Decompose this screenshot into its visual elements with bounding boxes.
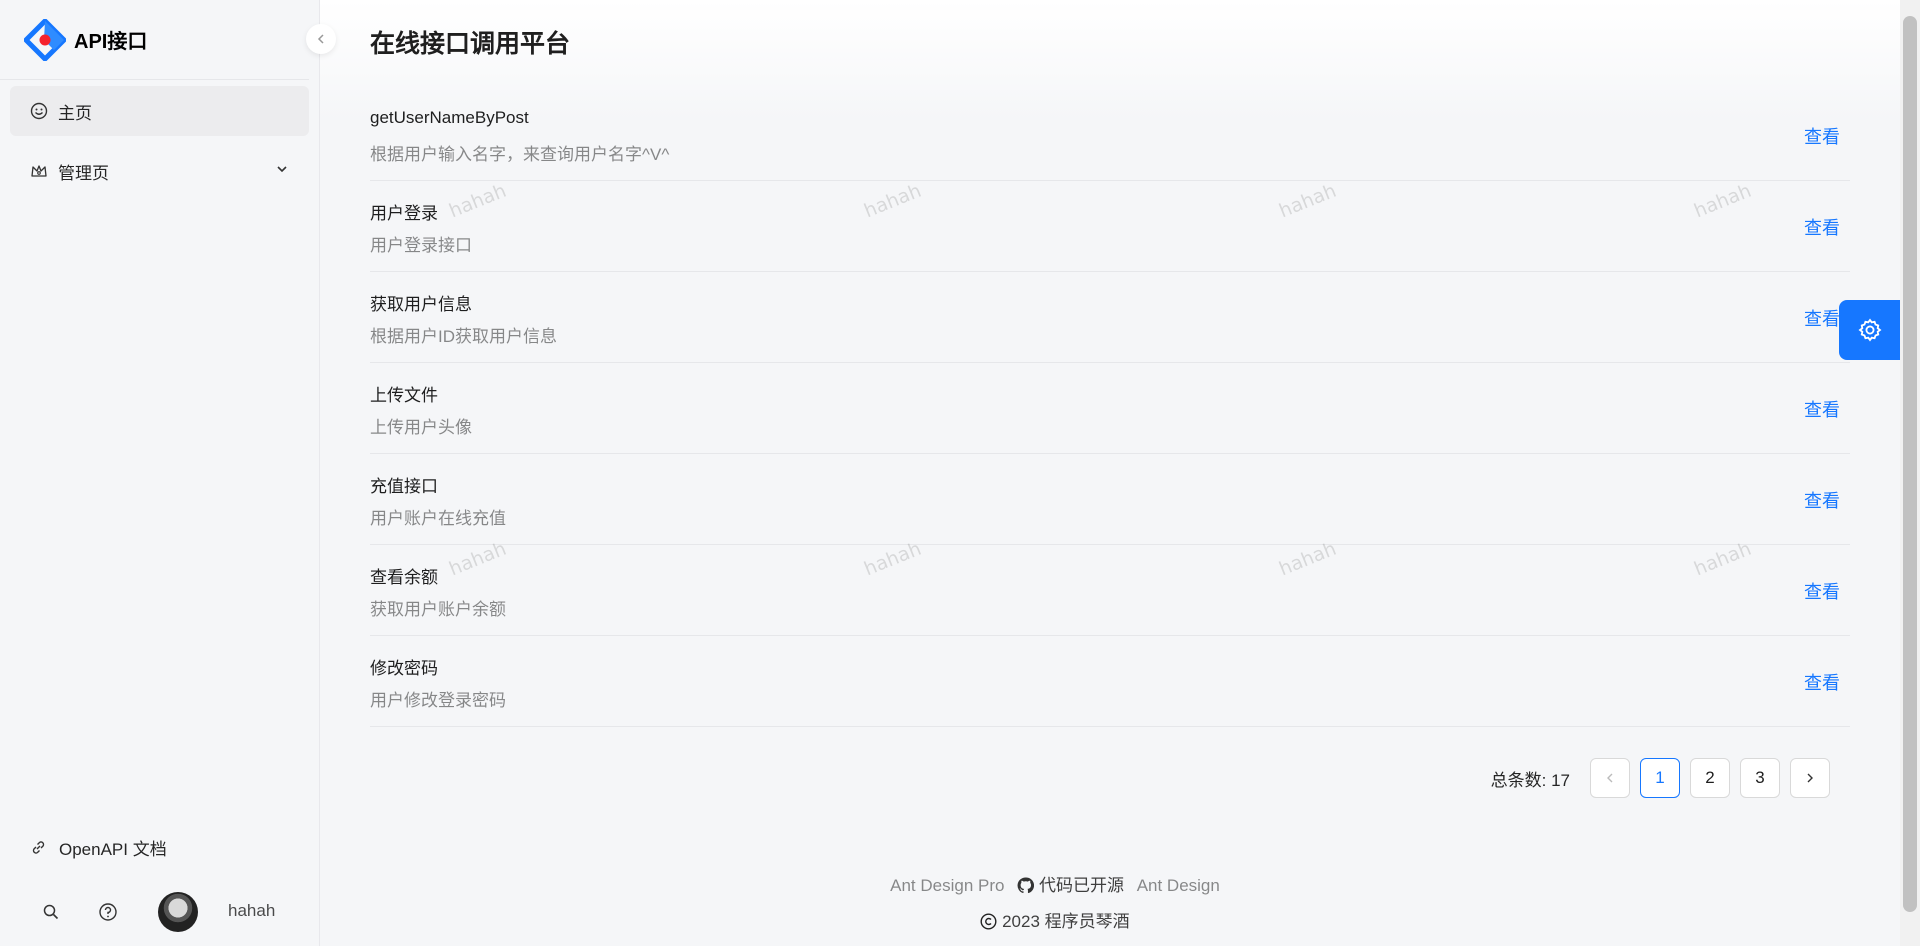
item-title: getUserNameByPost — [370, 108, 529, 127]
github-icon — [1017, 877, 1035, 894]
item-description: 用户登录接口 — [370, 236, 472, 255]
logo-icon — [23, 18, 67, 61]
sidebar-item-label: 管理页 — [58, 163, 109, 183]
list-item: 用户登录 用户登录接口 查看 — [370, 181, 1850, 272]
item-description: 上传用户头像 — [370, 418, 472, 437]
sidebar-bottom-bar: hahah — [0, 890, 320, 940]
crown-icon — [30, 162, 48, 180]
footer-link-github[interactable]: 代码已开源 — [1017, 876, 1128, 895]
item-description: 获取用户账户余额 — [370, 600, 506, 619]
page-title: 在线接口调用平台 — [370, 30, 571, 58]
view-link[interactable]: 查看 — [1804, 669, 1840, 695]
main-content: 在线接口调用平台 getUserNameByPost 根据用户输入名字，来查询用… — [320, 0, 1900, 946]
list-item: getUserNameByPost 根据用户输入名字，来查询用户名字^V^ 查看 — [370, 90, 1850, 181]
view-link[interactable]: 查看 — [1804, 214, 1840, 240]
item-title: 修改密码 — [370, 659, 438, 678]
scrollbar-thumb[interactable] — [1903, 16, 1917, 912]
item-description: 根据用户输入名字，来查询用户名字^V^ — [370, 145, 670, 164]
item-title: 用户登录 — [370, 204, 438, 223]
sidebar-item-home[interactable]: 主页 — [10, 86, 309, 136]
footer-copyright: 2023 程序员琴酒 — [320, 907, 1790, 932]
footer-links: Ant Design Pro 代码已开源 Ant Design — [320, 871, 1790, 896]
pagination: 总条数: 17 1 2 3 — [1491, 758, 1830, 798]
footer-link-ant-design[interactable]: Ant Design — [1137, 876, 1220, 895]
logo-row[interactable]: API接口 — [0, 0, 309, 80]
item-description: 用户修改登录密码 — [370, 691, 506, 710]
username[interactable]: hahah — [228, 901, 275, 921]
link-icon — [30, 839, 47, 856]
copyright-icon — [980, 913, 997, 930]
avatar[interactable] — [158, 892, 198, 932]
view-link[interactable]: 查看 — [1804, 305, 1840, 331]
app-title: API接口 — [74, 31, 148, 53]
sidebar-item-label: 主页 — [58, 103, 92, 123]
scrollbar[interactable] — [1900, 0, 1920, 946]
interface-list: getUserNameByPost 根据用户输入名字，来查询用户名字^V^ 查看… — [370, 90, 1850, 727]
sidebar-item-admin[interactable]: 管理页 — [10, 146, 309, 196]
chevron-right-icon — [1807, 773, 1813, 783]
smile-icon — [30, 102, 48, 120]
openapi-docs-link[interactable]: OpenAPI 文档 — [30, 835, 167, 860]
list-item: 查看余额 获取用户账户余额 查看 — [370, 545, 1850, 636]
sidebar: API接口 主页 管理页 OpenAPI 文档 hahah — [0, 0, 336, 946]
chevron-left-icon — [1607, 773, 1613, 783]
sidebar-menu: 主页 管理页 — [0, 80, 319, 212]
item-title: 查看余额 — [370, 568, 438, 587]
settings-drawer-button[interactable] — [1839, 300, 1900, 360]
item-title: 上传文件 — [370, 386, 438, 405]
list-item: 修改密码 用户修改登录密码 查看 — [370, 636, 1850, 727]
copyright-text: 2023 程序员琴酒 — [1002, 912, 1130, 931]
view-link[interactable]: 查看 — [1804, 123, 1840, 149]
page-button-2[interactable]: 2 — [1690, 758, 1730, 798]
total-count: 总条数: 17 — [1490, 770, 1570, 790]
search-icon[interactable] — [42, 903, 60, 921]
item-title: 获取用户信息 — [370, 295, 472, 314]
question-icon[interactable] — [98, 902, 118, 922]
gear-icon — [1858, 318, 1881, 342]
list-item: 充值接口 用户账户在线充值 查看 — [370, 454, 1850, 545]
item-description: 根据用户ID获取用户信息 — [370, 327, 557, 346]
view-link[interactable]: 查看 — [1804, 396, 1840, 422]
footer-link-ant-design-pro[interactable]: Ant Design Pro — [890, 876, 1004, 895]
page-button-1[interactable]: 1 — [1640, 758, 1680, 798]
list-item: 获取用户信息 根据用户ID获取用户信息 查看 — [370, 272, 1850, 363]
page-button-3[interactable]: 3 — [1740, 758, 1780, 798]
list-item: 上传文件 上传用户头像 查看 — [370, 363, 1850, 454]
chevron-down-icon — [275, 161, 289, 181]
item-description: 用户账户在线充值 — [370, 509, 506, 528]
prev-page-button[interactable] — [1590, 758, 1630, 798]
next-page-button[interactable] — [1790, 758, 1830, 798]
openapi-docs-label: OpenAPI 文档 — [59, 840, 167, 859]
item-title: 充值接口 — [370, 477, 438, 496]
view-link[interactable]: 查看 — [1804, 578, 1840, 604]
footer-link-label: 代码已开源 — [1038, 876, 1124, 895]
view-link[interactable]: 查看 — [1804, 487, 1840, 513]
chevron-left-icon — [317, 34, 324, 44]
collapse-sidebar-button[interactable] — [306, 24, 336, 54]
